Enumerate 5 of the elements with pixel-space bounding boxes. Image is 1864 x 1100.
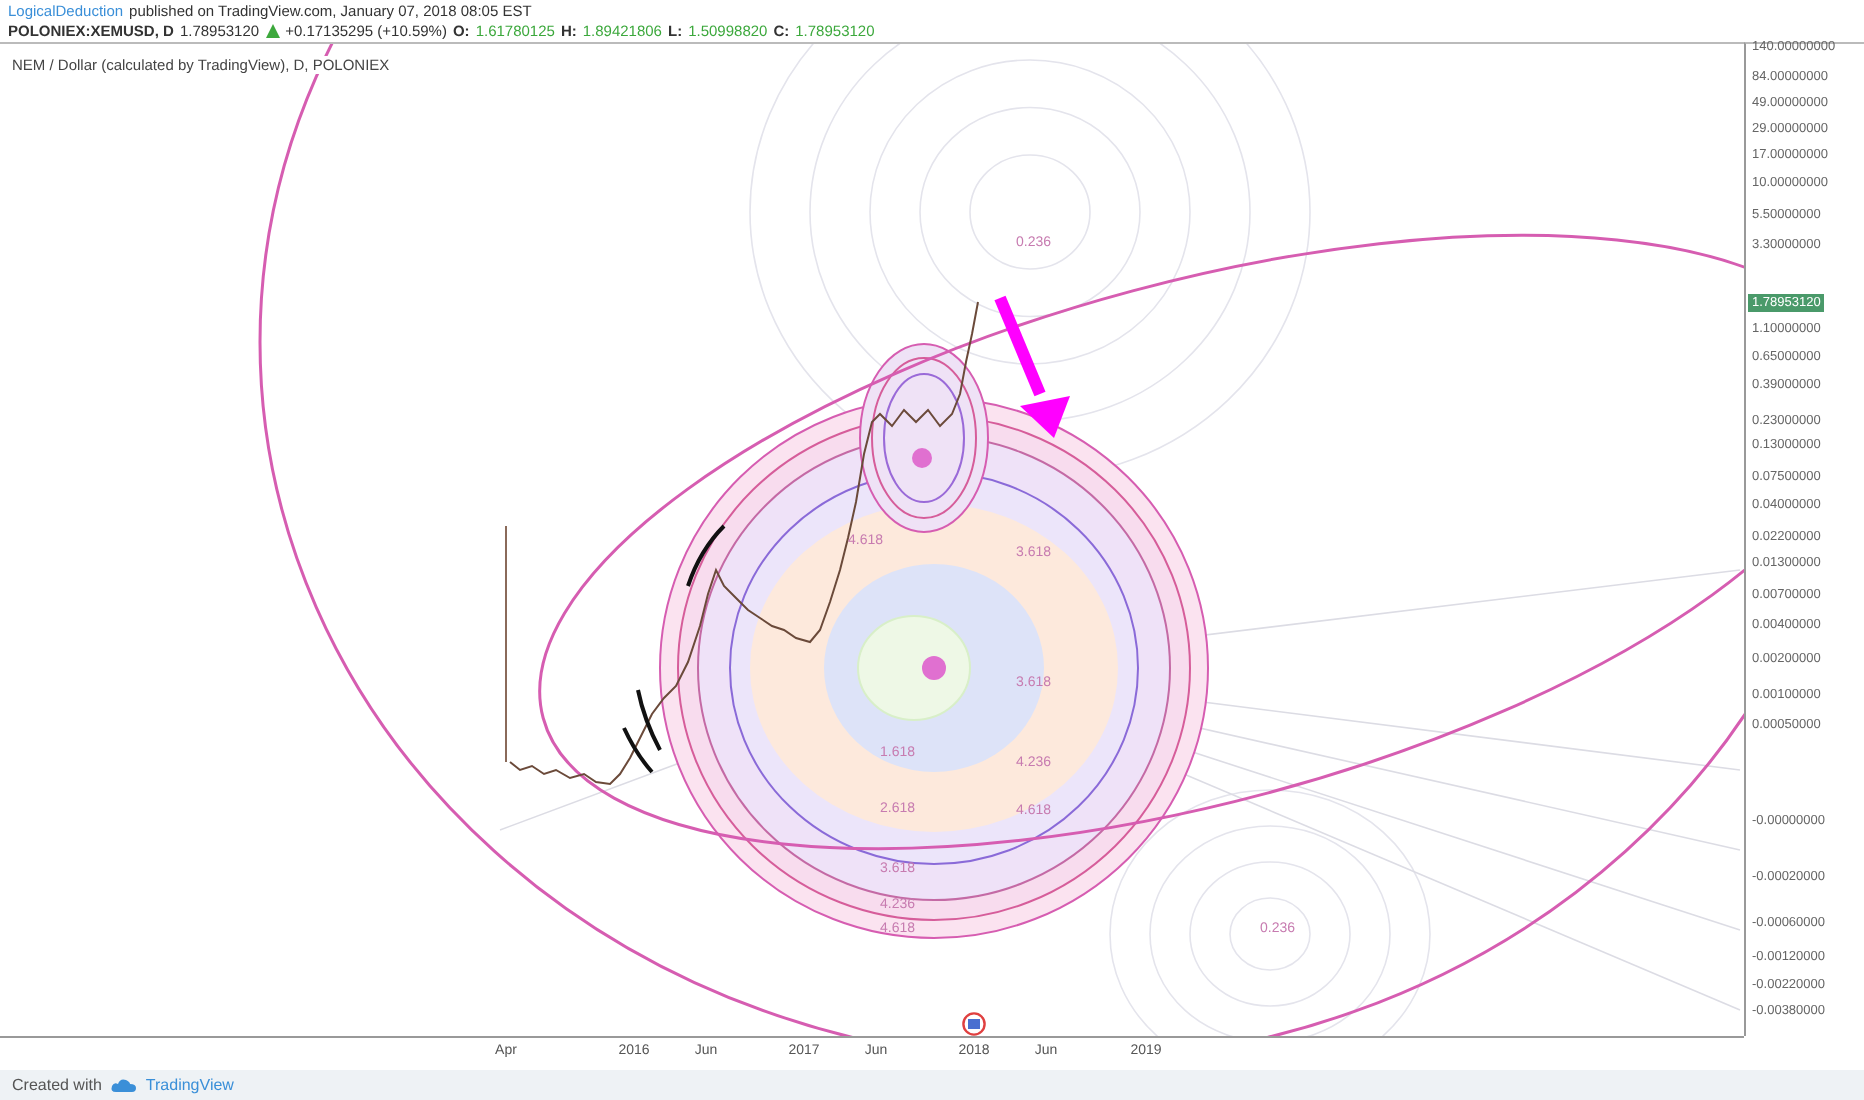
footer-text: Created with — [12, 1076, 102, 1094]
arrow-drawing — [994, 295, 1070, 438]
event-flag-icon[interactable] — [962, 1012, 986, 1036]
brand-link[interactable]: TradingView — [145, 1076, 234, 1094]
cloud-logo-icon — [109, 1077, 138, 1093]
